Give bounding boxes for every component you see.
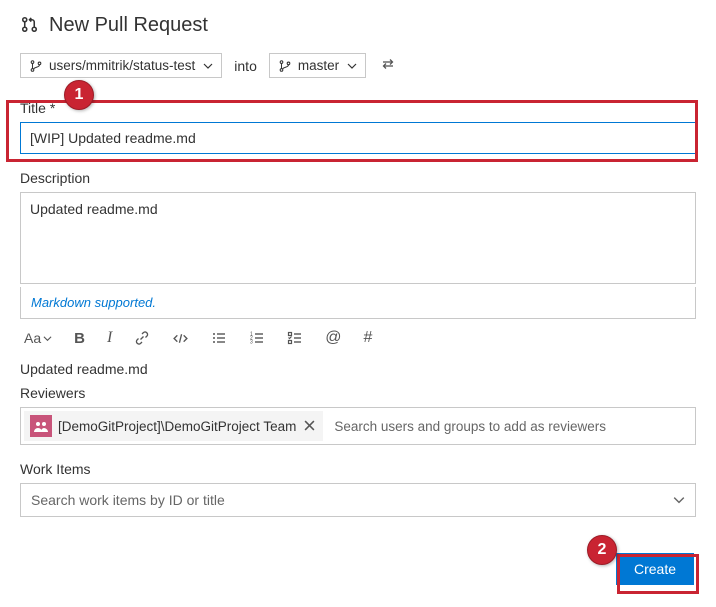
code-button[interactable] (172, 330, 189, 347)
font-size-button[interactable]: Aa (24, 330, 52, 346)
reviewer-chip[interactable]: [DemoGitProject]\DemoGitProject Team (24, 411, 323, 441)
reviewers-picker[interactable]: [DemoGitProject]\DemoGitProject Team (20, 407, 696, 445)
target-branch-picker[interactable]: master (269, 53, 366, 78)
branch-icon (29, 59, 43, 73)
description-preview: Updated readme.md (20, 361, 696, 377)
swap-branches-button[interactable] (378, 54, 398, 77)
remove-reviewer-button[interactable] (302, 419, 317, 434)
description-textarea[interactable] (20, 192, 696, 284)
annotation-badge-2: 2 (587, 535, 617, 565)
work-items-picker[interactable]: Search work items by ID or title (20, 483, 696, 517)
numbered-list-button[interactable]: 123 (249, 330, 265, 346)
task-list-button[interactable] (287, 330, 303, 346)
target-branch-label: master (298, 58, 339, 73)
description-label: Description (20, 170, 696, 186)
chevron-down-icon (43, 334, 52, 343)
source-branch-label: users/mmitrik/status-test (49, 58, 195, 73)
work-items-placeholder: Search work items by ID or title (31, 492, 225, 508)
into-label: into (234, 58, 257, 74)
italic-button[interactable]: I (107, 329, 112, 347)
chevron-down-icon (347, 61, 357, 71)
title-label: Title (20, 100, 696, 116)
bulleted-list-button[interactable] (211, 330, 227, 346)
reviewers-label: Reviewers (20, 385, 696, 401)
team-avatar-icon (30, 415, 52, 437)
link-button[interactable] (134, 330, 150, 346)
pull-request-icon (20, 15, 39, 37)
reviewers-search-input[interactable] (326, 411, 695, 442)
markdown-toolbar: Aa B I 123 @ # (20, 319, 696, 361)
hashtag-button[interactable]: # (364, 329, 373, 347)
source-branch-picker[interactable]: users/mmitrik/status-test (20, 53, 222, 78)
reviewer-chip-label: [DemoGitProject]\DemoGitProject Team (58, 419, 296, 434)
branch-icon (278, 59, 292, 73)
markdown-supported-note[interactable]: Markdown supported. (20, 287, 696, 319)
create-button[interactable]: Create (616, 553, 694, 585)
chevron-down-icon (673, 494, 685, 506)
svg-text:3: 3 (250, 340, 253, 346)
page-title: New Pull Request (49, 14, 208, 37)
bold-button[interactable]: B (74, 330, 85, 347)
annotation-badge-1: 1 (64, 80, 94, 110)
work-items-label: Work Items (20, 461, 696, 477)
mention-button[interactable]: @ (325, 329, 341, 347)
chevron-down-icon (203, 61, 213, 71)
title-input[interactable] (20, 122, 696, 154)
